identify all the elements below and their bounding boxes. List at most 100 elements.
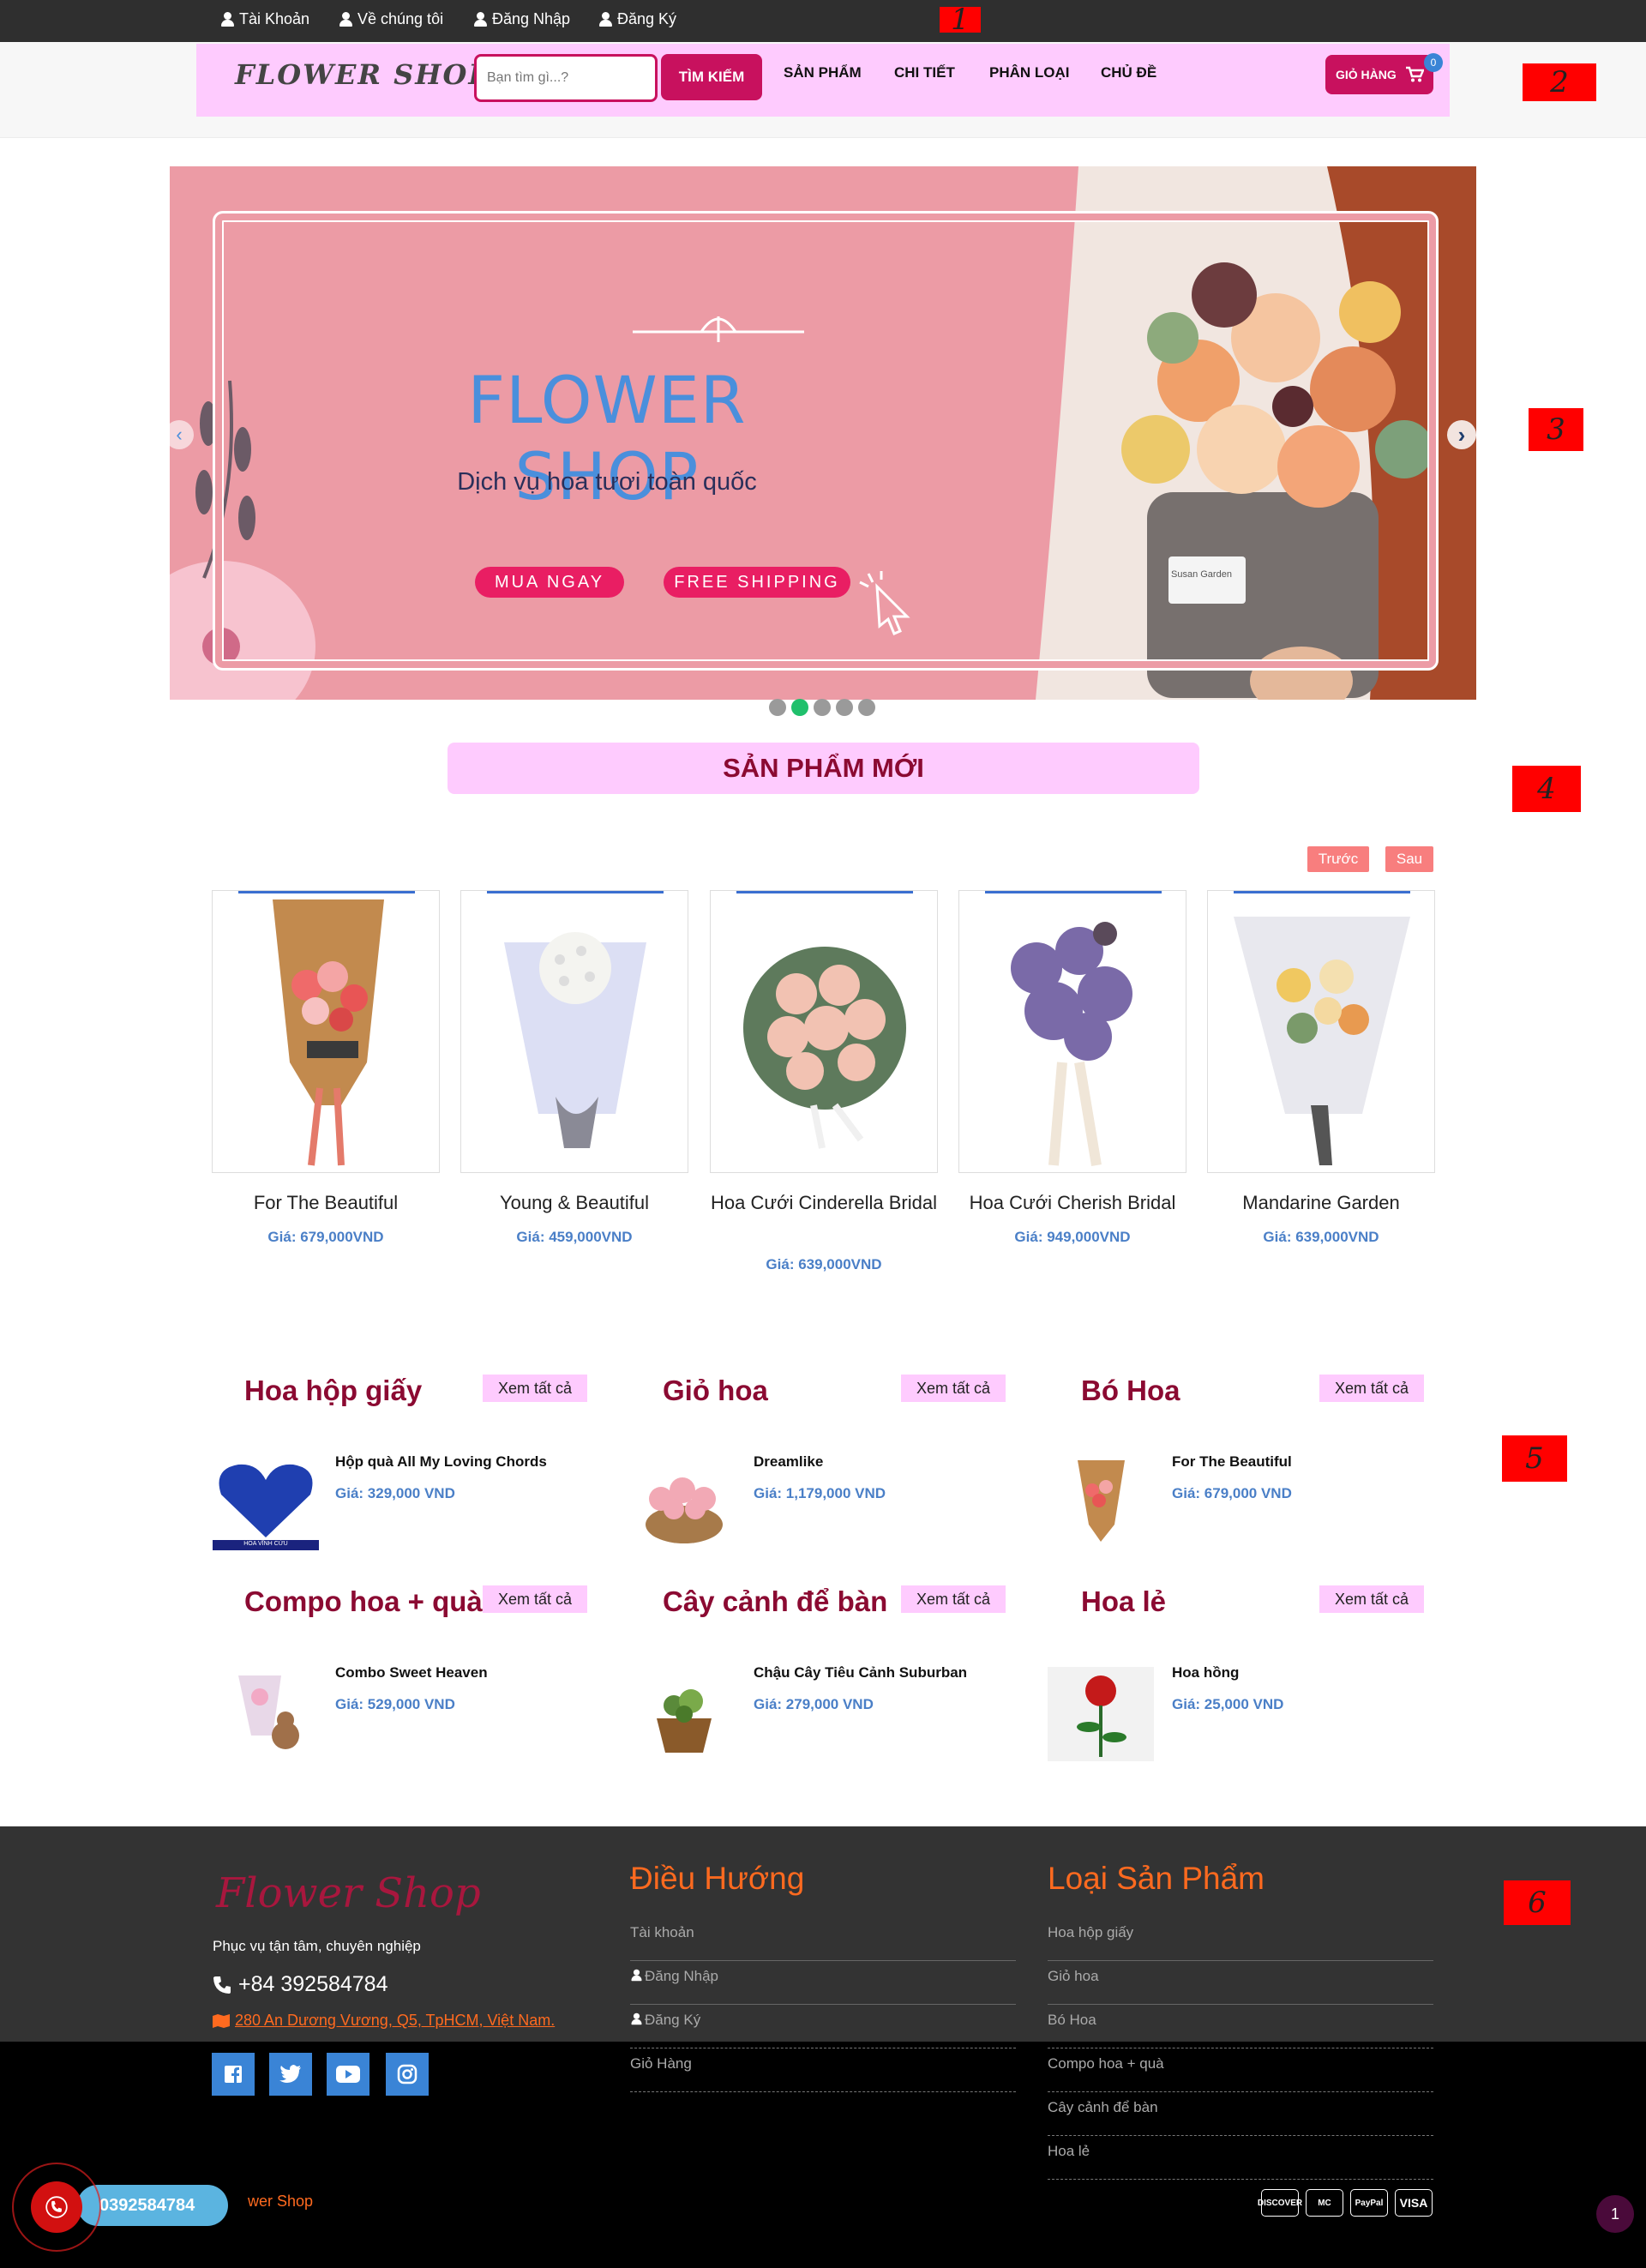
category-product-name[interactable]: For The Beautiful (1172, 1453, 1292, 1471)
category-thumb[interactable] (1048, 1456, 1154, 1550)
prev-products-button[interactable]: Trước (1307, 846, 1369, 872)
footer-type-link[interactable]: Bó Hoa (1048, 2005, 1433, 2048)
footer-type-link[interactable]: Hoa hộp giấy (1048, 1917, 1433, 1961)
hero-slider[interactable]: FLOWER SHOP Dịch vụ hoa tươi toàn quốc M… (170, 166, 1476, 700)
see-all-button[interactable]: Xem tất cả (901, 1585, 1006, 1613)
see-all-button[interactable]: Xem tất cả (901, 1375, 1006, 1402)
buy-now-button[interactable]: MUA NGAY (475, 567, 624, 598)
facebook-icon[interactable] (212, 2053, 255, 2096)
instagram-icon[interactable] (386, 2053, 429, 2096)
card-accent (238, 891, 415, 893)
category-title[interactable]: Hoa hộp giấy (244, 1375, 422, 1407)
category-thumb[interactable] (1048, 1667, 1154, 1761)
page-badge[interactable]: 1 (1596, 2195, 1634, 2233)
slider-subtitle: Dịch vụ hoa tươi toàn quốc (457, 468, 757, 496)
footer-type-link[interactable]: Hoa lẻ (1048, 2136, 1433, 2180)
product-card[interactable] (460, 890, 688, 1173)
phone-icon (213, 1976, 231, 1994)
category-product-name[interactable]: Chậu Cây Tiêu Cảnh Suburban (754, 1664, 967, 1681)
category-thumb[interactable] (631, 1667, 737, 1761)
product-price: Giá: 639,000VND (766, 1256, 882, 1272)
see-all-button[interactable]: Xem tất cả (1319, 1375, 1424, 1402)
user-icon (631, 2012, 642, 2025)
red-rose-image (1077, 1675, 1126, 1757)
footer-nav-link[interactable]: Giỏ Hàng (630, 2048, 1016, 2092)
product-card[interactable] (710, 890, 938, 1173)
site-logo[interactable]: FLOWER SHOP (235, 58, 490, 91)
category-product-name[interactable]: Hộp quà All My Loving Chords (335, 1453, 547, 1471)
menu-categories[interactable]: PHÂN LOẠI (989, 64, 1070, 81)
category-product-price: Giá: 529,000 VND (335, 1696, 455, 1712)
category-title[interactable]: Compo hoa + quà (244, 1585, 483, 1618)
see-all-button[interactable]: Xem tất cả (483, 1585, 587, 1613)
category-product-name[interactable]: Hoa hồng (1172, 1664, 1239, 1681)
youtube-icon[interactable] (327, 2053, 369, 2096)
footer-type-link[interactable]: Cây cảnh để bàn (1048, 2092, 1433, 2136)
user-icon (631, 1969, 642, 1982)
hotline-call-button[interactable] (31, 2181, 82, 2233)
login-link[interactable]: Đăng Nhập (474, 10, 570, 28)
user-icon (474, 12, 487, 27)
register-link[interactable]: Đăng Ký (599, 10, 676, 28)
annotation-marker-5: 5 (1502, 1435, 1567, 1482)
product-card[interactable] (958, 890, 1186, 1173)
visa-icon: VISA (1395, 2189, 1433, 2217)
product-card[interactable] (212, 890, 440, 1173)
category-title[interactable]: Hoa lẻ (1081, 1585, 1166, 1618)
user-icon (339, 12, 352, 27)
category-title[interactable]: Giỏ hoa (663, 1375, 768, 1407)
footer-logo[interactable]: Flower Shop (216, 1869, 481, 1917)
footer-nav-title: Điều Hướng (630, 1861, 805, 1896)
free-shipping-button[interactable]: FREE SHIPPING (664, 567, 850, 598)
category-thumb[interactable]: HOA VĨNH CỬU (213, 1456, 319, 1550)
product-name[interactable]: For The Beautiful (201, 1189, 450, 1216)
slider-dot-4[interactable] (836, 699, 853, 716)
product-card[interactable] (1207, 890, 1435, 1173)
category-product-name[interactable]: Dreamlike (754, 1453, 823, 1471)
footer-nav-link[interactable]: Tài khoản (630, 1917, 1016, 1961)
search-input[interactable] (474, 54, 658, 102)
slider-dot-3[interactable] (814, 699, 831, 716)
new-products-title: SẢN PHẨM MỚI (448, 743, 1199, 794)
twitter-icon[interactable] (269, 2053, 312, 2096)
pot-label: Susan Garden (1171, 569, 1232, 580)
category-title[interactable]: Cây cảnh để bàn (663, 1585, 887, 1618)
footer-phone[interactable]: +84 392584784 (213, 1972, 388, 1997)
footer-nav-link[interactable]: Đăng Nhập (630, 1961, 1016, 2005)
search-button[interactable]: TÌM KIẾM (661, 54, 762, 100)
see-all-button[interactable]: Xem tất cả (483, 1375, 587, 1402)
menu-products[interactable]: SẢN PHẨM (784, 64, 862, 81)
product-name[interactable]: Mandarine Garden (1197, 1189, 1445, 1216)
footer-nav-link[interactable]: Đăng Ký (630, 2005, 1016, 2048)
footer-address[interactable]: 280 An Dương Vương, Q5, TpHCM, Việt Nam. (213, 2012, 555, 2030)
account-link[interactable]: Tài Khoản (221, 10, 309, 28)
footer-tagline: Phục vụ tận tâm, chuyên nghiệp (213, 1938, 421, 1954)
phone-icon (45, 2196, 68, 2218)
product-name[interactable]: Young & Beautiful (450, 1189, 699, 1216)
product-name[interactable]: Hoa Cưới Cinderella Bridal (700, 1189, 948, 1216)
footer-type-link[interactable]: Giỏ hoa (1048, 1961, 1433, 2005)
slider-dot-5[interactable] (858, 699, 875, 716)
see-all-button[interactable]: Xem tất cả (1319, 1585, 1424, 1613)
slider-dot-1[interactable] (769, 699, 786, 716)
cart-button[interactable]: GIỎ HÀNG (1325, 55, 1433, 94)
category-title[interactable]: Bó Hoa (1081, 1375, 1180, 1407)
menu-details[interactable]: CHI TIẾT (894, 64, 955, 81)
slider-next-arrow-icon[interactable]: › (1447, 420, 1476, 449)
next-products-button[interactable]: Sau (1385, 846, 1433, 872)
category-product-price: Giá: 1,179,000 VND (754, 1485, 886, 1501)
footer-type-link[interactable]: Compo hoa + quà (1048, 2048, 1433, 2092)
cart-label: GIỎ HÀNG (1336, 68, 1397, 81)
product-name[interactable]: Hoa Cưới Cherish Bridal (948, 1189, 1197, 1216)
category-thumb[interactable] (631, 1456, 737, 1550)
menu-topics[interactable]: CHỦ ĐỀ (1101, 64, 1156, 81)
slider-dot-2[interactable] (791, 699, 808, 716)
heart-box-image (213, 1464, 319, 1550)
category-thumb[interactable] (213, 1667, 319, 1761)
category-product-name[interactable]: Combo Sweet Heaven (335, 1664, 488, 1681)
card-accent (487, 891, 664, 893)
bouquet-image (273, 899, 384, 1166)
about-link[interactable]: Về chúng tôi (339, 10, 443, 28)
category-product-price: Giá: 279,000 VND (754, 1696, 874, 1712)
product-price: Giá: 459,000VND (516, 1229, 633, 1245)
